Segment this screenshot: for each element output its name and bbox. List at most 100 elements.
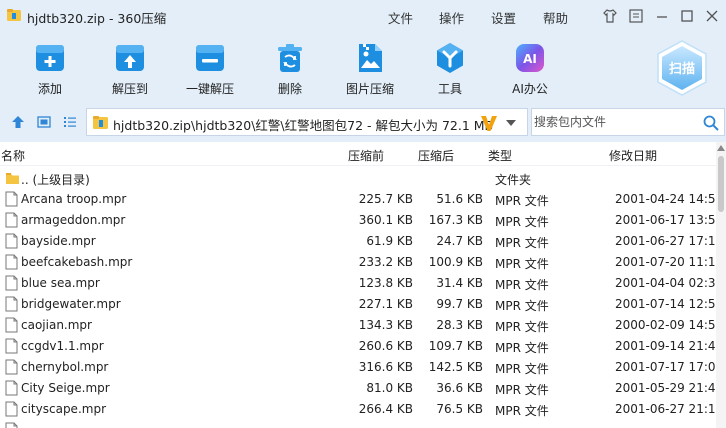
file-icon bbox=[5, 338, 18, 354]
maximize-button[interactable] bbox=[677, 6, 697, 26]
extract-to-icon bbox=[116, 45, 144, 71]
file-name: .. (上级目录) bbox=[21, 173, 90, 187]
search-icon[interactable] bbox=[702, 114, 720, 132]
extract-to-label: 解压到 bbox=[111, 82, 148, 96]
vertical-scrollbar[interactable] bbox=[716, 142, 726, 428]
column-packed[interactable]: 压缩后 bbox=[418, 147, 454, 164]
scrollbar-thumb[interactable] bbox=[718, 156, 724, 212]
table-row[interactable]: bayside.mpr 61.9 KB 24.7 KB MPR 文件 2001-… bbox=[0, 231, 716, 252]
file-size: 266.4 KB bbox=[358, 402, 413, 416]
file-modified: 2001-04-04 02:33 bbox=[615, 276, 716, 290]
file-name: caojian.mpr bbox=[21, 318, 92, 332]
file-packed-size: 142.5 KB bbox=[428, 360, 483, 374]
column-name[interactable]: 名称 bbox=[1, 147, 25, 164]
file-type: MPR 文件 bbox=[495, 404, 549, 418]
list-menu-icon bbox=[629, 9, 643, 23]
chevron-down-icon[interactable] bbox=[505, 119, 517, 127]
file-size: 61.9 KB bbox=[366, 234, 413, 248]
scan-button[interactable]: 扫描 bbox=[652, 38, 712, 98]
file-modified: 2001-07-17 17:02 bbox=[615, 360, 716, 374]
table-row[interactable]: beefcakebash.mpr 233.2 KB 100.9 KB MPR 文… bbox=[0, 252, 716, 273]
one-click-extract-icon bbox=[196, 45, 224, 71]
file-name: ccgdv1.1.mpr bbox=[21, 339, 104, 353]
file-type: 文件夹 bbox=[495, 173, 532, 187]
file-icon bbox=[5, 422, 18, 428]
ai-office-button[interactable]: AI AI办公 bbox=[490, 38, 570, 98]
trash-icon bbox=[278, 44, 302, 72]
file-name: blue sea.mpr bbox=[21, 276, 100, 290]
file-icon bbox=[5, 233, 18, 249]
file-packed-size: 109.7 KB bbox=[428, 339, 483, 353]
path-field[interactable]: hjdtb320.zip\hjdtb320\红警\红警地图包72 - 解包大小为… bbox=[86, 108, 528, 136]
parent-folder-row[interactable]: .. (上级目录) 文件夹 bbox=[0, 168, 716, 189]
ai-office-label: AI办公 bbox=[512, 82, 548, 96]
file-packed-size: 28.3 KB bbox=[436, 318, 483, 332]
skin-button[interactable] bbox=[600, 6, 620, 26]
menu-settings[interactable]: 设置 bbox=[491, 8, 516, 27]
table-row[interactable]: cityscape.mpr 266.4 KB 76.5 KB MPR 文件 20… bbox=[0, 399, 716, 420]
path-text: hjdtb320.zip\hjdtb320\红警\红警地图包72 - 解包大小为… bbox=[113, 118, 494, 133]
table-row[interactable]: Arcana troop.mpr 225.7 KB 51.6 KB MPR 文件… bbox=[0, 189, 716, 210]
search-input[interactable] bbox=[534, 113, 694, 131]
file-type: MPR 文件 bbox=[495, 278, 549, 292]
scroll-up-icon[interactable] bbox=[717, 145, 725, 151]
one-click-extract-button[interactable]: 一键解压 bbox=[170, 38, 250, 98]
address-bar: hjdtb320.zip\hjdtb320\红警\红警地图包72 - 解包大小为… bbox=[0, 102, 726, 142]
minimize-button[interactable] bbox=[652, 6, 672, 26]
file-packed-size: 76.5 KB bbox=[436, 402, 483, 416]
file-packed-size: 99.7 KB bbox=[436, 297, 483, 311]
file-type: MPR 文件 bbox=[495, 341, 549, 355]
menu-help[interactable]: 帮助 bbox=[543, 8, 568, 27]
file-name: bridgewater.mpr bbox=[21, 297, 121, 311]
table-row[interactable]: blue sea.mpr 123.8 KB 31.4 KB MPR 文件 200… bbox=[0, 273, 716, 294]
file-icon bbox=[5, 254, 18, 270]
file-icon bbox=[5, 317, 18, 333]
file-packed-size: 100.9 KB bbox=[428, 255, 483, 269]
menu-file[interactable]: 文件 bbox=[388, 8, 413, 27]
tools-button[interactable]: 工具 bbox=[410, 38, 490, 98]
file-size: 260.6 KB bbox=[358, 339, 413, 353]
file-modified: 2000-02-09 14:56 bbox=[615, 318, 716, 332]
table-row[interactable]: ccgdv1.1.mpr 260.6 KB 109.7 KB MPR 文件 20… bbox=[0, 336, 716, 357]
file-icon bbox=[5, 401, 18, 417]
options-button[interactable] bbox=[626, 6, 646, 26]
menu-operate[interactable]: 操作 bbox=[439, 8, 464, 27]
column-size[interactable]: 压缩前 bbox=[348, 147, 384, 164]
file-packed-size: 31.4 KB bbox=[436, 276, 483, 290]
title-bar: hjdtb320.zip - 360压缩 文件 操作 设置 帮助 bbox=[0, 0, 726, 32]
file-type: MPR 文件 bbox=[495, 257, 549, 271]
extract-to-button[interactable]: 解压到 bbox=[90, 38, 170, 98]
add-label: 添加 bbox=[37, 82, 62, 96]
file-size: 81.0 KB bbox=[366, 381, 413, 395]
verified-v-icon[interactable] bbox=[479, 113, 499, 133]
up-level-icon[interactable] bbox=[10, 114, 26, 130]
search-field[interactable] bbox=[531, 108, 725, 136]
add-button[interactable]: 添加 bbox=[10, 38, 90, 98]
table-row[interactable]: City Seige.mpr 81.0 KB 36.6 KB MPR 文件 20… bbox=[0, 378, 716, 399]
table-row[interactable]: armageddon.mpr 360.1 KB 167.3 KB MPR 文件 … bbox=[0, 210, 716, 231]
tools-icon bbox=[437, 43, 463, 73]
maximize-icon bbox=[681, 10, 693, 22]
file-size: 316.6 KB bbox=[358, 360, 413, 374]
close-button[interactable] bbox=[702, 6, 722, 26]
table-row[interactable]: bridgewater.mpr 227.1 KB 99.7 KB MPR 文件 … bbox=[0, 294, 716, 315]
file-modified: 2001-06-17 13:51 bbox=[615, 213, 716, 227]
column-modified[interactable]: 修改日期 bbox=[609, 147, 657, 164]
file-size: 360.1 KB bbox=[358, 213, 413, 227]
file-name: cityscape.mpr bbox=[21, 402, 106, 416]
file-packed-size: 24.7 KB bbox=[436, 234, 483, 248]
ai-office-icon: AI bbox=[516, 44, 544, 72]
column-type[interactable]: 类型 bbox=[488, 147, 512, 164]
file-type: MPR 文件 bbox=[495, 383, 549, 397]
table-row[interactable]: chernybol.mpr 316.6 KB 142.5 KB MPR 文件 2… bbox=[0, 357, 716, 378]
folder-icon bbox=[6, 173, 19, 184]
image-compress-button[interactable]: 图片压缩 bbox=[330, 38, 410, 98]
image-compress-icon bbox=[359, 44, 382, 72]
table-row-partial[interactable] bbox=[0, 420, 716, 428]
delete-button[interactable]: 删除 bbox=[250, 38, 330, 98]
list-view-icon[interactable] bbox=[62, 114, 78, 130]
file-name: Arcana troop.mpr bbox=[21, 192, 127, 206]
thumbnail-view-icon[interactable] bbox=[36, 114, 52, 130]
file-icon bbox=[5, 296, 18, 312]
table-row[interactable]: caojian.mpr 134.3 KB 28.3 KB MPR 文件 2000… bbox=[0, 315, 716, 336]
